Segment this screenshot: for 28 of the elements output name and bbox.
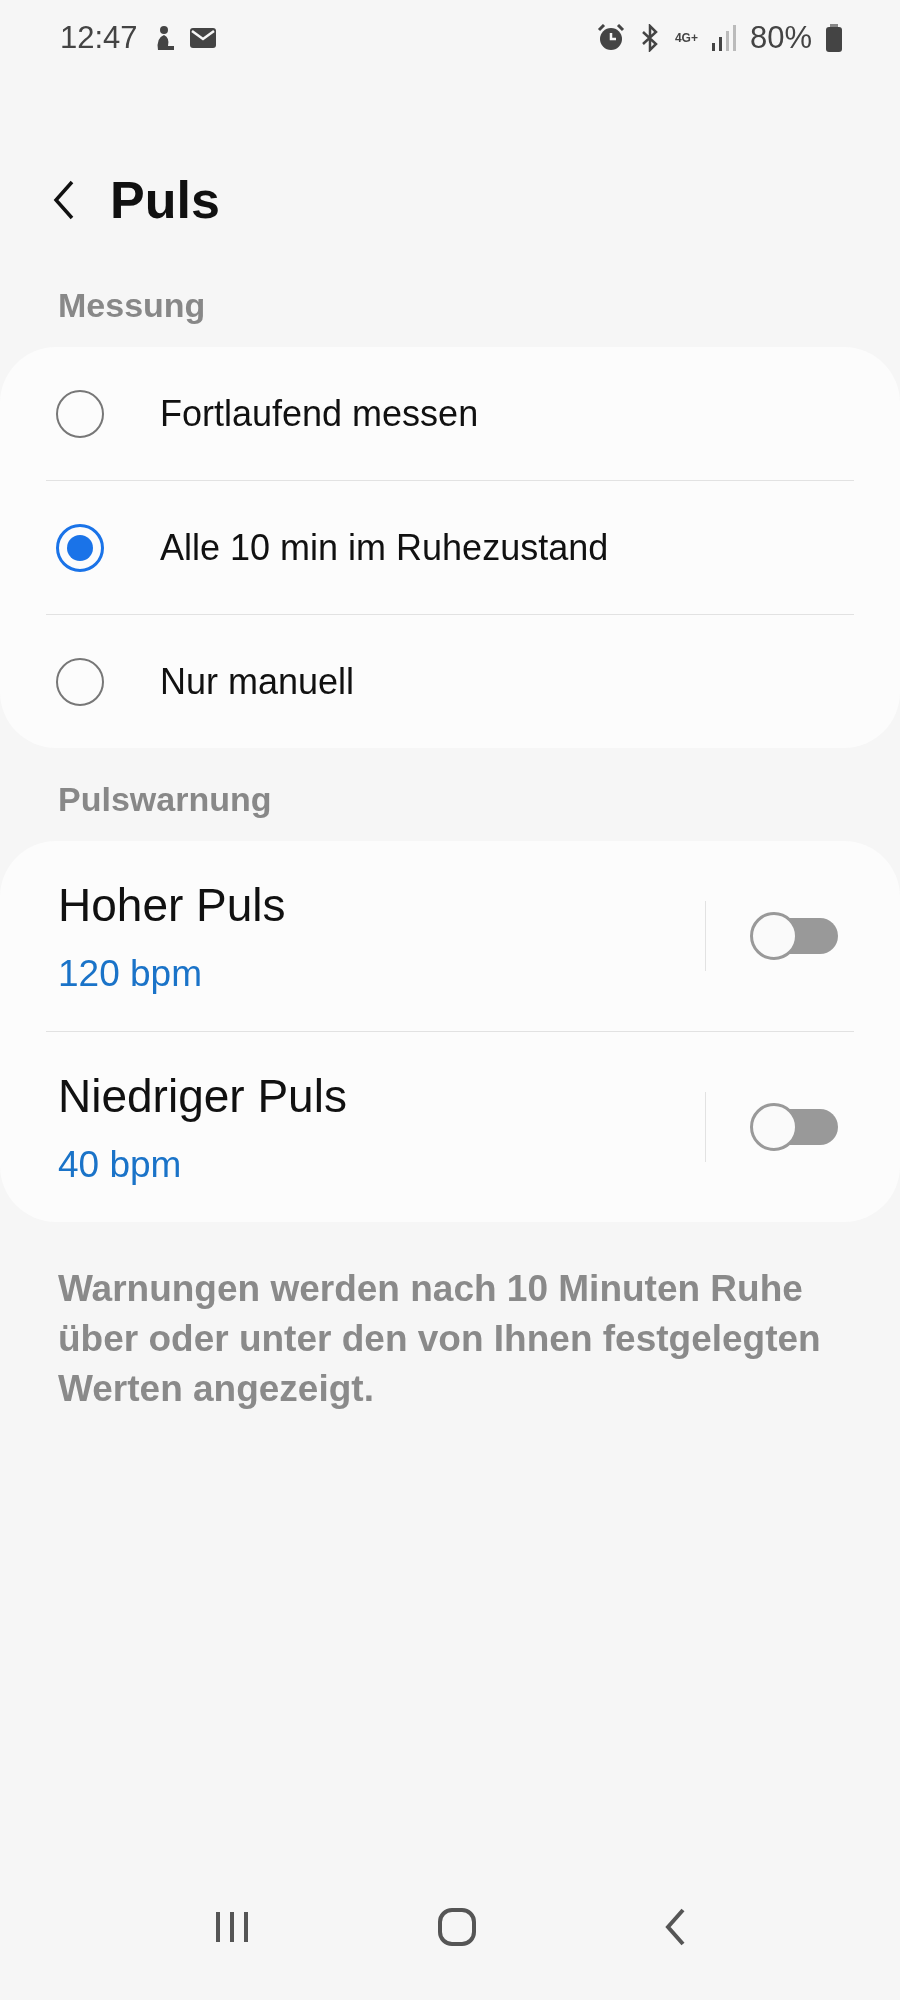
option-label[interactable]: Nur manuell xyxy=(160,654,355,709)
setting-label[interactable]: Hoher Puls xyxy=(58,870,705,940)
signal-icon xyxy=(711,25,736,51)
back-nav-icon[interactable] xyxy=(664,1908,687,1946)
toggle-switch[interactable] xyxy=(750,912,838,960)
battery-icon xyxy=(826,24,842,52)
back-icon xyxy=(52,180,76,220)
section-header: Pulswarnung xyxy=(57,779,273,820)
mail-icon xyxy=(189,28,216,48)
status-time: 12:47 xyxy=(60,18,138,57)
option-label[interactable]: Alle 10 min im Ruhezustand xyxy=(160,520,609,575)
toggle-switch[interactable] xyxy=(750,1103,838,1151)
radio-button[interactable] xyxy=(56,523,104,572)
battery-level: 80% xyxy=(749,18,812,57)
page-title: Puls xyxy=(110,169,220,231)
setting-value: 40 bpm xyxy=(58,1142,183,1187)
radio-button[interactable] xyxy=(56,389,104,438)
setting-label[interactable]: Niedriger Puls xyxy=(58,1061,705,1131)
alarm-icon xyxy=(596,24,625,52)
back-button[interactable] xyxy=(52,180,76,220)
setting-value: 120 bpm xyxy=(58,951,203,996)
section-header: Messung xyxy=(57,285,207,326)
recent-apps-icon[interactable] xyxy=(213,1910,250,1944)
network-label: 4G+ xyxy=(674,32,698,44)
footnote-text: Warnungen werden nach 10 Minuten Ruhe über oder unter den von Ihnen festgelegten Werten angezeigt. xyxy=(57,1267,822,1411)
option-label[interactable]: Fortlaufend messen xyxy=(160,386,479,441)
home-icon[interactable] xyxy=(437,1907,477,1947)
radio-button[interactable] xyxy=(56,657,104,706)
